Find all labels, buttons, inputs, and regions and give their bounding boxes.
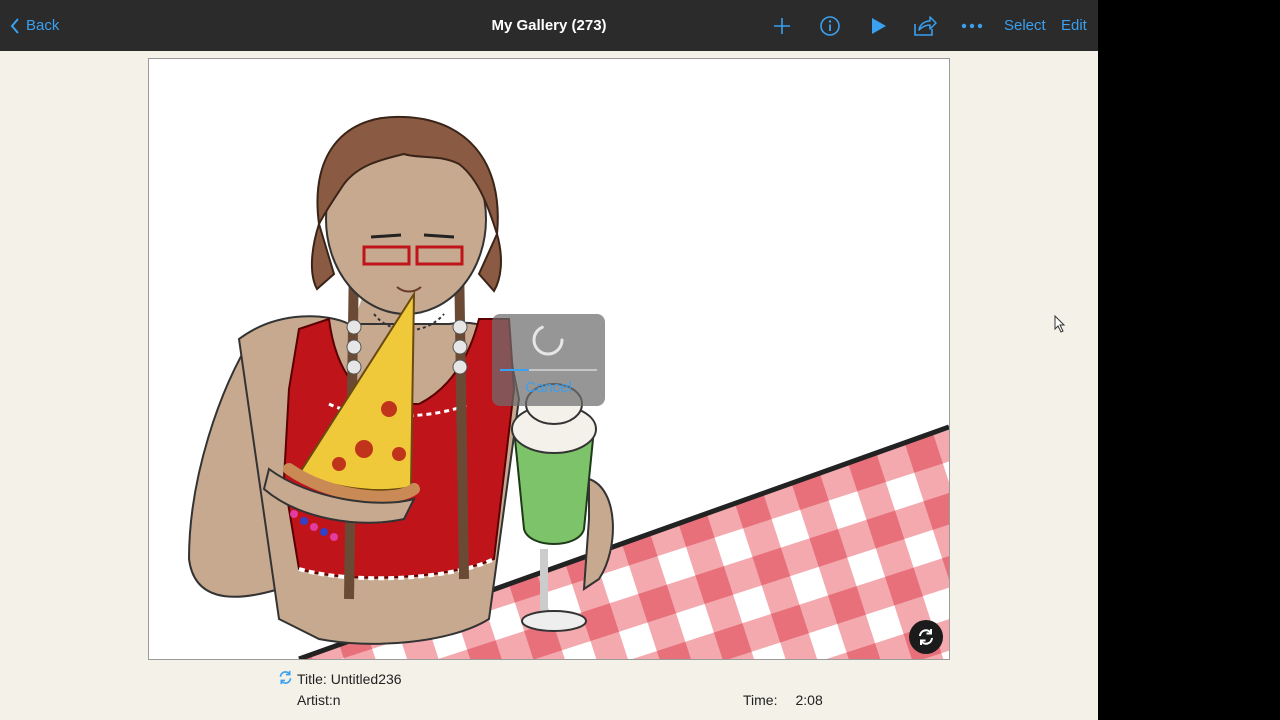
gallery-app: Back My Gallery (273) Select Edit Cancel… <box>0 0 1098 720</box>
time-value: 2:08 <box>795 692 823 708</box>
artist-value: n <box>332 692 341 708</box>
artwork-artist: Artist:n <box>297 692 341 708</box>
back-button[interactable]: Back <box>10 0 59 51</box>
cancel-button[interactable]: Cancel <box>492 379 605 396</box>
title-label: Title: <box>297 671 327 687</box>
time-label: Time: <box>743 692 778 708</box>
select-button[interactable]: Select <box>1004 0 1046 51</box>
play-icon <box>872 17 886 34</box>
info-button[interactable] <box>819 0 841 51</box>
plus-icon <box>774 17 790 34</box>
top-toolbar: Back My Gallery (273) Select Edit <box>0 0 1098 51</box>
title-value: Untitled236 <box>330 671 402 687</box>
artwork-title: Title: Untitled236 <box>297 671 402 687</box>
sync-button[interactable] <box>909 620 943 654</box>
share-icon <box>914 15 937 36</box>
more-button[interactable] <box>961 0 983 51</box>
sync-icon <box>279 670 292 685</box>
mouse-cursor-icon <box>1054 315 1066 333</box>
chevron-left-icon <box>10 17 19 34</box>
loading-overlay: Cancel <box>492 314 605 406</box>
more-icon <box>961 23 983 28</box>
info-icon <box>820 15 840 36</box>
artist-label: Artist: <box>297 692 333 708</box>
share-button[interactable] <box>913 0 937 51</box>
artwork-metadata: Title: Untitled236 Artist:n Time: 2:08 <box>278 670 838 714</box>
refresh-icon <box>919 629 933 645</box>
play-button[interactable] <box>868 0 888 51</box>
artwork-time: Time: 2:08 <box>743 692 823 708</box>
back-label: Back <box>26 17 60 34</box>
edit-button[interactable]: Edit <box>1061 0 1087 51</box>
spinner-icon <box>532 324 564 356</box>
loading-progress-bar <box>500 369 597 371</box>
add-button[interactable] <box>771 0 793 51</box>
loading-progress-fill <box>500 369 530 371</box>
